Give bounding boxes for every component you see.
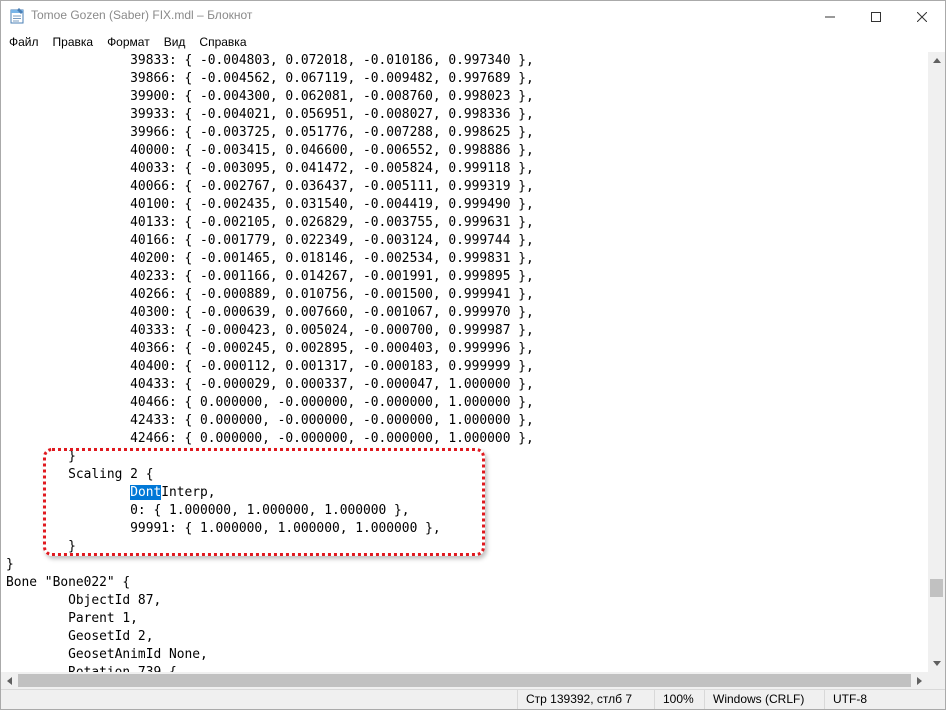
editor-line[interactable]: 40033: { -0.003095, 0.041472, -0.005824,…	[6, 160, 534, 178]
editor-line[interactable]: 40000: { -0.003415, 0.046600, -0.006552,…	[6, 142, 534, 160]
editor-line[interactable]: }	[6, 556, 534, 574]
editor-line[interactable]: 40100: { -0.002435, 0.031540, -0.004419,…	[6, 196, 534, 214]
close-button[interactable]	[899, 1, 945, 32]
editor-line[interactable]: GeosetId 2,	[6, 628, 534, 646]
editor-line[interactable]: 42433: { 0.000000, -0.000000, -0.000000,…	[6, 412, 534, 430]
scroll-up-button[interactable]	[928, 52, 945, 69]
editor-line[interactable]: Bone "Bone022" {	[6, 574, 534, 592]
editor-line[interactable]: ObjectId 87,	[6, 592, 534, 610]
horizontal-scrollbar[interactable]	[1, 672, 928, 689]
menu-view[interactable]: Вид	[157, 32, 193, 52]
editor-line[interactable]: 40400: { -0.000112, 0.001317, -0.000183,…	[6, 358, 534, 376]
editor-line[interactable]: Scaling 2 {	[6, 466, 534, 484]
close-icon	[917, 11, 927, 22]
line-endings: Windows (CRLF)	[704, 690, 824, 709]
editor-text[interactable]: 39833: { -0.004803, 0.072018, -0.010186,…	[6, 52, 534, 672]
chevron-up-icon	[932, 58, 941, 63]
chevron-left-icon	[7, 676, 12, 685]
text-editor[interactable]: 39833: { -0.004803, 0.072018, -0.010186,…	[1, 52, 928, 672]
minimize-button[interactable]	[807, 1, 853, 32]
editor-line[interactable]: 0: { 1.000000, 1.000000, 1.000000 },	[6, 502, 534, 520]
editor-line[interactable]: DontInterp,	[6, 484, 534, 502]
maximize-button[interactable]	[853, 1, 899, 32]
editor-line[interactable]: 40333: { -0.000423, 0.005024, -0.000700,…	[6, 322, 534, 340]
editor-line[interactable]: 42466: { 0.000000, -0.000000, -0.000000,…	[6, 430, 534, 448]
horizontal-scroll-thumb[interactable]	[18, 674, 911, 687]
menu-help[interactable]: Справка	[192, 32, 253, 52]
editor-line[interactable]: 40300: { -0.000639, 0.007660, -0.001067,…	[6, 304, 534, 322]
minimize-icon	[825, 16, 835, 17]
chevron-right-icon	[917, 676, 922, 685]
menu-format[interactable]: Формат	[100, 32, 157, 52]
chevron-down-icon	[932, 661, 941, 666]
editor-line[interactable]: 40066: { -0.002767, 0.036437, -0.005111,…	[6, 178, 534, 196]
encoding: UTF-8	[824, 690, 945, 709]
editor-line[interactable]: 40466: { 0.000000, -0.000000, -0.000000,…	[6, 394, 534, 412]
editor-line[interactable]: 40433: { -0.000029, 0.000337, -0.000047,…	[6, 376, 534, 394]
scroll-right-button[interactable]	[911, 672, 928, 689]
notepad-window: Tomoe Gozen (Saber) FIX.mdl – Блокнот Фа…	[0, 0, 946, 710]
selected-text[interactable]: Dont	[130, 485, 162, 500]
window-title: Tomoe Gozen (Saber) FIX.mdl – Блокнот	[31, 8, 253, 22]
editor-line[interactable]: 40200: { -0.001465, 0.018146, -0.002534,…	[6, 250, 534, 268]
scroll-down-button[interactable]	[928, 655, 945, 672]
editor-line[interactable]: 39966: { -0.003725, 0.051776, -0.007288,…	[6, 124, 534, 142]
title-bar[interactable]: Tomoe Gozen (Saber) FIX.mdl – Блокнот	[1, 1, 945, 32]
vertical-scroll-thumb[interactable]	[930, 579, 943, 597]
editor-line[interactable]: 39933: { -0.004021, 0.056951, -0.008027,…	[6, 106, 534, 124]
zoom-level: 100%	[654, 690, 704, 709]
editor-line[interactable]: 40366: { -0.000245, 0.002895, -0.000403,…	[6, 340, 534, 358]
editor-line[interactable]: GeosetAnimId None,	[6, 646, 534, 664]
editor-line[interactable]: }	[6, 538, 534, 556]
editor-line[interactable]: 40133: { -0.002105, 0.026829, -0.003755,…	[6, 214, 534, 232]
menu-file[interactable]: Файл	[1, 32, 46, 52]
editor-line[interactable]: 40233: { -0.001166, 0.014267, -0.001991,…	[6, 268, 534, 286]
scrollbar-corner	[928, 672, 945, 689]
editor-line[interactable]: 39833: { -0.004803, 0.072018, -0.010186,…	[6, 52, 534, 70]
editor-line[interactable]: }	[6, 448, 534, 466]
vertical-scrollbar[interactable]	[928, 52, 945, 672]
editor-line[interactable]: 39900: { -0.004300, 0.062081, -0.008760,…	[6, 88, 534, 106]
editor-line[interactable]: 40266: { -0.000889, 0.010756, -0.001500,…	[6, 286, 534, 304]
editor-line[interactable]: 39866: { -0.004562, 0.067119, -0.009482,…	[6, 70, 534, 88]
status-bar: Стр 139392, стлб 7 100% Windows (CRLF) U…	[1, 689, 945, 709]
editor-line[interactable]: Parent 1,	[6, 610, 534, 628]
editor-line[interactable]: 99991: { 1.000000, 1.000000, 1.000000 },	[6, 520, 534, 538]
menu-edit[interactable]: Правка	[46, 32, 101, 52]
editor-line[interactable]: 40166: { -0.001779, 0.022349, -0.003124,…	[6, 232, 534, 250]
menu-bar: Файл Правка Формат Вид Справка	[1, 32, 945, 52]
editor-line[interactable]: Rotation 739 {	[6, 664, 534, 672]
maximize-icon	[871, 11, 881, 22]
notepad-icon	[10, 8, 24, 24]
scroll-left-button[interactable]	[1, 672, 18, 689]
cursor-position: Стр 139392, стлб 7	[517, 690, 654, 709]
